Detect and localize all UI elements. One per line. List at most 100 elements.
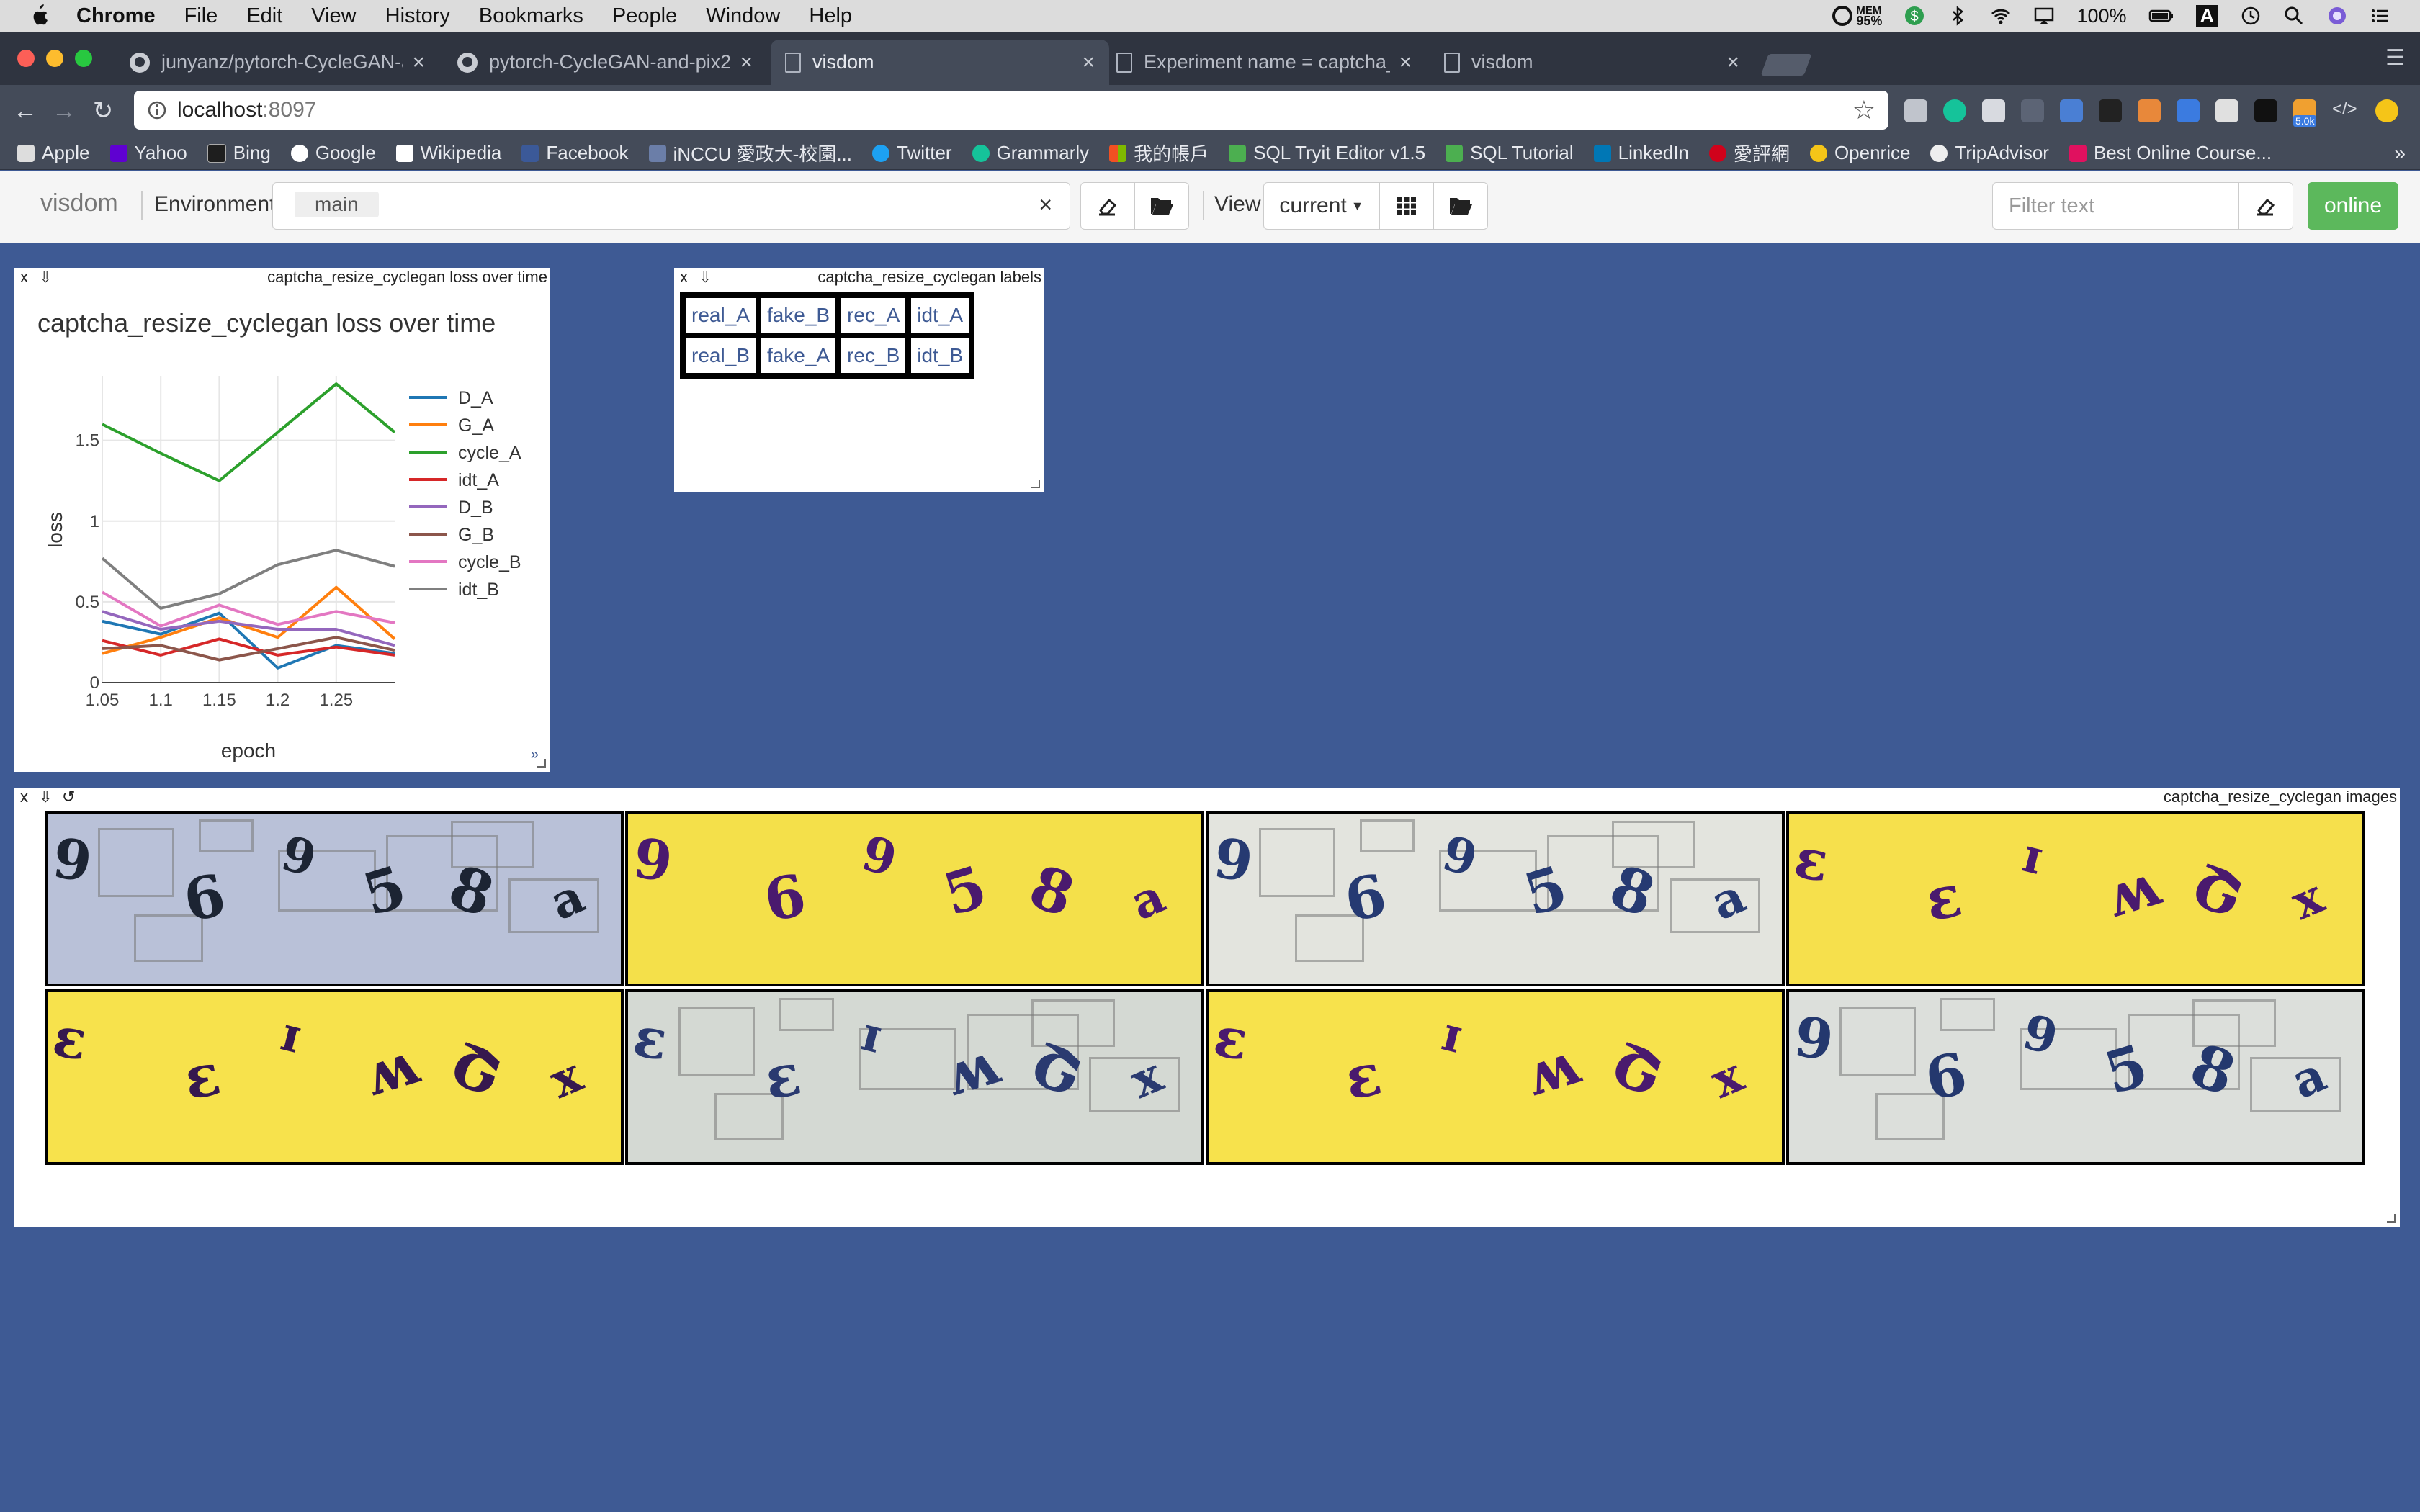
loss-line-chart[interactable]: 0 0.5 1 1.5 1.05 1.1 1.15 1.2 1.25 epoch loss D_A G_… bbox=[14, 268, 550, 772]
loss-plot-pane[interactable]: x ⇩ captcha_resize_cyclegan loss over ti… bbox=[14, 268, 550, 772]
view-select[interactable]: current ▼ bbox=[1263, 182, 1380, 230]
address-bar[interactable]: localhost:8097 ☆ bbox=[134, 91, 1888, 130]
tab-visdom-active[interactable]: visdom × bbox=[771, 40, 1109, 85]
pane-close-icon[interactable]: x bbox=[20, 788, 28, 806]
battery-icon[interactable] bbox=[2148, 5, 2174, 27]
menu-edit[interactable]: Edit bbox=[246, 4, 282, 28]
manage-views-button[interactable] bbox=[1433, 182, 1488, 230]
filter-text-input[interactable]: Filter text bbox=[1992, 182, 2240, 230]
pane-download-icon[interactable]: ⇩ bbox=[699, 268, 712, 287]
binary-extension-icon[interactable] bbox=[2099, 99, 2122, 122]
image-rec_A: 96958a bbox=[1206, 811, 1785, 986]
menu-chrome[interactable]: Chrome bbox=[76, 4, 156, 28]
tab-experiment[interactable]: Experiment name = captcha_r × bbox=[1102, 40, 1426, 85]
bookmark-twitter[interactable]: Twitter bbox=[872, 142, 952, 164]
bookmark-openrice[interactable]: Openrice bbox=[1809, 142, 1910, 164]
bookmark-grammarly[interactable]: Grammarly bbox=[972, 142, 1089, 164]
tab-pytorch-repo[interactable]: pytorch-CycleGAN-and-pix2p × bbox=[443, 40, 767, 85]
tab-close-icon[interactable]: × bbox=[412, 50, 425, 75]
bookmarks-overflow-icon[interactable]: » bbox=[2394, 142, 2406, 165]
notification-center-icon[interactable] bbox=[2370, 5, 2391, 27]
menu-file[interactable]: File bbox=[184, 4, 218, 28]
pane-resize-handle[interactable] bbox=[537, 759, 546, 768]
manage-environments-button[interactable] bbox=[1134, 182, 1189, 230]
bookmark-star-icon[interactable]: ☆ bbox=[1852, 95, 1876, 125]
back-arrow-icon[interactable]: ← bbox=[6, 97, 45, 125]
reload-icon[interactable]: ↻ bbox=[84, 96, 122, 125]
bookmark-wikipedia[interactable]: Wikipedia bbox=[395, 142, 501, 164]
info-icon[interactable] bbox=[147, 100, 167, 120]
clear-environment-button[interactable] bbox=[1080, 182, 1135, 230]
tab-visdom-second[interactable]: visdom × bbox=[1430, 40, 1754, 85]
dollar-icon[interactable]: $ bbox=[1904, 5, 1925, 27]
counter-extension-icon[interactable]: 5.0k bbox=[2293, 99, 2317, 127]
bookmark-tripadvisor[interactable]: TripAdvisor bbox=[1930, 142, 2049, 164]
timemachine-icon[interactable] bbox=[2240, 5, 2262, 27]
bookmark-microsoft-account[interactable]: 我的帳戶 bbox=[1109, 140, 1209, 166]
environment-select[interactable]: main × bbox=[272, 182, 1070, 230]
translate-extension-icon[interactable] bbox=[2177, 99, 2200, 122]
bookmark-bing[interactable]: Bing bbox=[207, 142, 271, 164]
repack-button[interactable] bbox=[1379, 182, 1434, 230]
input-source-indicator[interactable]: A bbox=[2195, 4, 2218, 27]
connection-status-button[interactable]: online bbox=[2308, 182, 2398, 230]
menu-bookmarks[interactable]: Bookmarks bbox=[479, 4, 583, 28]
bookmark-sql-tutorial[interactable]: SQL Tutorial bbox=[1446, 142, 1574, 164]
wifi-icon[interactable] bbox=[1990, 5, 2012, 27]
grammarly-extension-icon[interactable] bbox=[1943, 99, 1966, 122]
environment-clear-icon[interactable]: × bbox=[1039, 192, 1052, 218]
memory-monitor[interactable]: MEM 95% bbox=[1832, 5, 1882, 27]
tools-extension-icon[interactable] bbox=[2215, 99, 2238, 122]
pane-titlebar[interactable]: x ⇩ captcha_resize_cyclegan labels bbox=[674, 268, 1044, 287]
environment-chip[interactable]: main bbox=[295, 192, 379, 217]
new-tab-button[interactable] bbox=[1760, 54, 1812, 76]
clear-filter-button[interactable] bbox=[2238, 182, 2293, 230]
window-close-button[interactable] bbox=[17, 50, 35, 67]
menu-people[interactable]: People bbox=[612, 4, 677, 28]
pane-download-icon[interactable]: ⇩ bbox=[39, 788, 52, 806]
menu-help[interactable]: Help bbox=[809, 4, 852, 28]
window-minimize-button[interactable] bbox=[46, 50, 63, 67]
bookmark-yahoo[interactable]: Yahoo bbox=[109, 142, 187, 164]
menu-window[interactable]: Window bbox=[706, 4, 780, 28]
bookmark-sql-tryit[interactable]: SQL Tryit Editor v1.5 bbox=[1229, 142, 1425, 164]
visdom-brand[interactable]: visdom bbox=[40, 189, 118, 217]
bluetooth-icon[interactable] bbox=[1947, 5, 1968, 27]
tab-close-icon[interactable]: × bbox=[1726, 50, 1739, 75]
labels-pane[interactable]: x ⇩ captcha_resize_cyclegan labels real_… bbox=[674, 268, 1044, 492]
tab-close-icon[interactable]: × bbox=[740, 50, 753, 75]
pane-resize-handle[interactable] bbox=[1031, 480, 1040, 488]
bookmark-google[interactable]: Google bbox=[290, 142, 376, 164]
menu-view[interactable]: View bbox=[311, 4, 356, 28]
jh-extension-icon[interactable] bbox=[2060, 99, 2083, 122]
bookmark-online-course[interactable]: Best Online Course... bbox=[2069, 142, 2272, 164]
window-zoom-button[interactable] bbox=[75, 50, 92, 67]
pane-resize-handle[interactable] bbox=[2387, 1214, 2396, 1223]
tab-close-icon[interactable]: × bbox=[1399, 50, 1412, 75]
menu-history[interactable]: History bbox=[385, 4, 450, 28]
profile-avatar-icon[interactable] bbox=[2375, 99, 2398, 122]
spotlight-search-icon[interactable] bbox=[2283, 5, 2305, 27]
bookmark-facebook[interactable]: Facebook bbox=[521, 142, 629, 164]
fox-extension-icon[interactable] bbox=[2138, 99, 2161, 122]
code-extension-icon[interactable]: </> bbox=[2332, 99, 2357, 122]
json-extension-icon[interactable] bbox=[2021, 99, 2044, 122]
apple-logo-icon[interactable] bbox=[29, 4, 49, 27]
siri-icon[interactable] bbox=[2326, 5, 2348, 27]
tab-junyanz-repo[interactable]: junyanz/pytorch-CycleGAN-a × bbox=[115, 40, 439, 85]
airplay-icon[interactable] bbox=[2033, 5, 2055, 27]
images-pane[interactable]: x ⇩ ↺ captcha_resize_cyclegan images 969… bbox=[14, 788, 2400, 1227]
pane-reset-icon[interactable]: ↺ bbox=[62, 788, 75, 806]
bookmark-ipeen[interactable]: 愛評網 bbox=[1708, 140, 1790, 166]
pane-titlebar[interactable]: x ⇩ ↺ captcha_resize_cyclegan images bbox=[14, 788, 2400, 806]
bookmark-inccu[interactable]: iNCCU 愛政大-校園... bbox=[648, 140, 852, 166]
cube-extension-icon[interactable] bbox=[1982, 99, 2005, 122]
x-extension-icon[interactable] bbox=[2254, 99, 2277, 122]
tab-close-icon[interactable]: × bbox=[1082, 50, 1095, 75]
forward-arrow-icon[interactable]: → bbox=[45, 97, 84, 125]
drive-extension-icon[interactable] bbox=[1904, 99, 1927, 122]
pane-close-icon[interactable]: x bbox=[680, 268, 688, 287]
bookmark-linkedin[interactable]: LinkedIn bbox=[1593, 142, 1689, 164]
tab-search-icon[interactable]: ☰ bbox=[2385, 45, 2405, 71]
bookmark-apple[interactable]: Apple bbox=[17, 142, 90, 164]
